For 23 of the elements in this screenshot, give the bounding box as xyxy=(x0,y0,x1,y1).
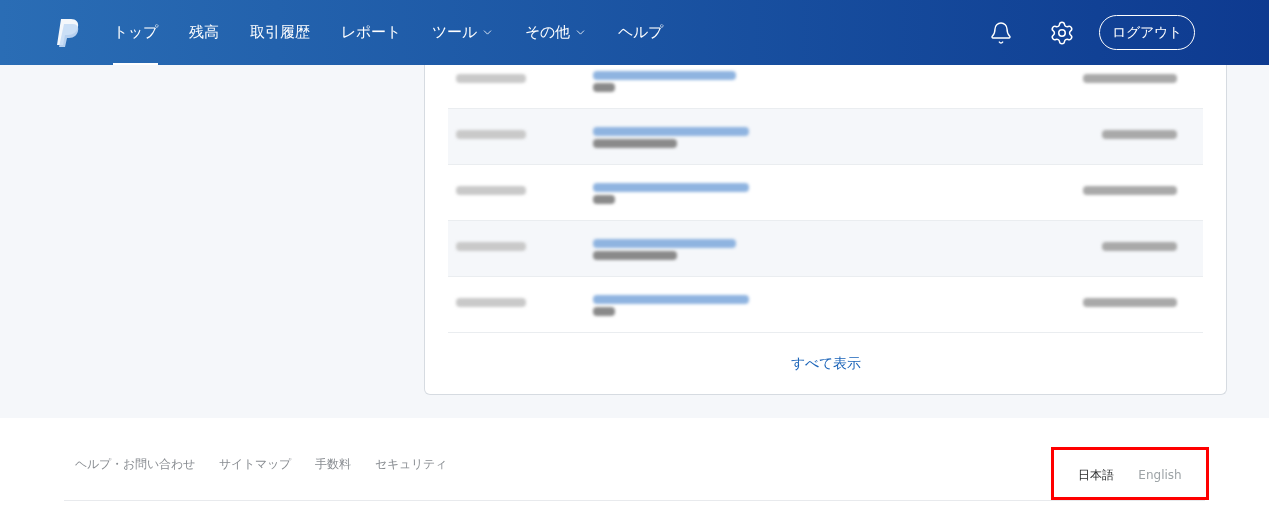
nav-tab[interactable]: その他 xyxy=(525,0,587,65)
blurred-text xyxy=(593,83,615,92)
nav-tab[interactable]: ツール xyxy=(432,0,494,65)
show-all-link[interactable]: すべて表示 xyxy=(790,353,861,374)
footer-link[interactable]: 手数料 xyxy=(315,455,351,473)
nav-tab[interactable]: 取引履歴 xyxy=(250,0,310,65)
blurred-text xyxy=(456,186,526,195)
blurred-text xyxy=(593,195,615,204)
nav-tab[interactable]: 残高 xyxy=(189,0,219,65)
blurred-text xyxy=(456,74,526,83)
footer-link[interactable]: セキュリティ xyxy=(375,455,447,473)
footer-link[interactable]: ヘルプ・お問い合わせ xyxy=(75,455,195,473)
footer-link[interactable]: サイトマップ xyxy=(219,455,291,473)
nav-tab[interactable]: レポート xyxy=(341,0,401,65)
blurred-text xyxy=(593,307,615,316)
language-link[interactable]: 日本語 xyxy=(1078,466,1115,484)
blurred-text xyxy=(456,298,526,307)
logo-icon xyxy=(56,18,80,47)
blurred-text xyxy=(456,130,526,139)
blurred-text xyxy=(456,242,526,251)
bell-icon[interactable] xyxy=(989,20,1013,45)
nav-tab[interactable]: ヘルプ xyxy=(618,0,663,65)
settings-icon[interactable] xyxy=(1049,19,1075,46)
